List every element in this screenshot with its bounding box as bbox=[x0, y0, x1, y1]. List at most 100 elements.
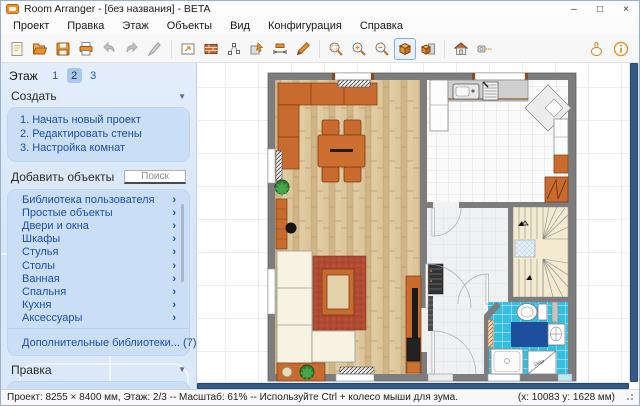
create-section-header[interactable]: Создать ▼ bbox=[1, 86, 196, 105]
kitchen-tall-cabinet[interactable] bbox=[430, 80, 448, 131]
toolbar bbox=[1, 35, 639, 63]
horizontal-scrollbar[interactable] bbox=[197, 382, 629, 389]
more-libraries-row[interactable]: Дополнительные библиотеки... (7) bbox=[8, 328, 189, 353]
select-objects-button[interactable] bbox=[246, 38, 268, 60]
library-item-accessories[interactable]: Аксессуары› bbox=[8, 312, 189, 325]
menu-view[interactable]: Вид bbox=[221, 19, 259, 33]
floor-tab-1[interactable]: 1 bbox=[48, 68, 63, 83]
chevron-right-icon: › bbox=[172, 274, 176, 284]
library-item-tables[interactable]: Столы› bbox=[8, 259, 189, 272]
library-item-simple-objects[interactable]: Простые объекты› bbox=[8, 206, 189, 219]
add-objects-header: Добавить объекты Поиск bbox=[1, 166, 196, 187]
toilet[interactable] bbox=[517, 304, 547, 321]
info-button[interactable] bbox=[610, 38, 632, 60]
menu-floor[interactable]: Этаж bbox=[113, 19, 157, 33]
floor-plan[interactable]: Désir bbox=[197, 63, 629, 382]
library-item-bedroom[interactable]: Спальня› bbox=[8, 285, 189, 298]
dimensions-button[interactable] bbox=[269, 38, 291, 60]
save-button[interactable] bbox=[52, 38, 74, 60]
vertical-scrollbar[interactable] bbox=[629, 63, 639, 382]
create-step-new-project[interactable]: 1. Начать новый проект bbox=[20, 113, 179, 127]
minimize-button[interactable]: – bbox=[561, 1, 587, 17]
library-item-doors-windows[interactable]: Двери и окна› bbox=[8, 219, 189, 232]
walls-3d-button[interactable] bbox=[450, 38, 472, 60]
floor-tab-2[interactable]: 2 bbox=[67, 68, 82, 83]
printer-icon bbox=[78, 41, 94, 57]
draw-button[interactable] bbox=[292, 38, 314, 60]
create-step-room-setup[interactable]: 3. Настройка комнат bbox=[20, 141, 179, 155]
open-button[interactable] bbox=[29, 38, 51, 60]
edit-points-button[interactable] bbox=[223, 38, 245, 60]
menu-edit[interactable]: Правка bbox=[58, 19, 113, 33]
kitchen-wall-cabinets[interactable] bbox=[554, 119, 568, 173]
new-project-button[interactable] bbox=[6, 38, 28, 60]
pointer-mode-button[interactable] bbox=[585, 38, 607, 60]
horizontal-scrollbar-thumb[interactable] bbox=[197, 383, 629, 389]
library-scrollbar[interactable] bbox=[181, 204, 184, 282]
collapse-arrow-icon[interactable]: ▼ bbox=[178, 365, 186, 374]
shower-tray[interactable]: Désir bbox=[528, 351, 556, 374]
view-3d-window-button[interactable] bbox=[417, 38, 439, 60]
create-step-edit-walls[interactable]: 2. Редактировать стены bbox=[20, 127, 179, 141]
floor-lamp[interactable] bbox=[286, 223, 297, 234]
wall-tool-button[interactable] bbox=[200, 38, 222, 60]
sidebar: Этаж 1 2 3 Создать ▼ 1. Начать новый про… bbox=[1, 63, 197, 389]
collapse-arrow-icon[interactable]: ▼ bbox=[178, 92, 186, 101]
cube-window-icon bbox=[420, 41, 436, 57]
menu-help[interactable]: Справка bbox=[351, 19, 412, 33]
new-document-icon bbox=[9, 41, 25, 57]
floor-selector: Этаж 1 2 3 bbox=[1, 63, 196, 86]
library-item-cabinets[interactable]: Шкафы› bbox=[8, 233, 189, 246]
view-3d-button[interactable] bbox=[394, 38, 416, 60]
tv-stand[interactable] bbox=[406, 276, 421, 373]
search-input[interactable]: Поиск bbox=[124, 170, 186, 184]
resize-grip[interactable] bbox=[625, 394, 633, 402]
menu-project[interactable]: Проект bbox=[4, 19, 58, 33]
radiator[interactable] bbox=[340, 367, 374, 374]
radiator[interactable] bbox=[338, 80, 370, 87]
app-icon bbox=[6, 4, 19, 14]
status-coordinates: (x: 10083 y: 1628 мм) bbox=[518, 392, 625, 403]
library-item-kitchen[interactable]: Кухня› bbox=[8, 299, 189, 312]
chevron-right-icon: › bbox=[172, 287, 176, 297]
zoom-in-button[interactable] bbox=[348, 38, 370, 60]
stove[interactable] bbox=[483, 82, 498, 100]
close-button[interactable]: × bbox=[613, 1, 639, 17]
measure-button[interactable] bbox=[473, 38, 495, 60]
status-project-info: Проект: 8255 × 8400 мм, Этаж: 2/3 -- Мас… bbox=[7, 392, 458, 403]
wardrobe[interactable] bbox=[545, 177, 568, 202]
library-item-user[interactable]: Библиотека пользователя› bbox=[8, 193, 189, 206]
kitchen-sink[interactable] bbox=[453, 84, 479, 99]
floor-tab-3[interactable]: 3 bbox=[86, 68, 101, 83]
style-brush-button[interactable] bbox=[144, 38, 166, 60]
side-table[interactable] bbox=[277, 363, 325, 381]
menu-configuration[interactable]: Конфигурация bbox=[259, 19, 351, 33]
bath-mat[interactable] bbox=[511, 322, 548, 347]
print-button[interactable] bbox=[75, 38, 97, 60]
zoom-region-button[interactable] bbox=[325, 38, 347, 60]
washbasin[interactable] bbox=[548, 324, 565, 345]
radiator[interactable] bbox=[276, 151, 282, 181]
redo-button[interactable] bbox=[121, 38, 143, 60]
menu-objects[interactable]: Объекты bbox=[158, 19, 221, 33]
plant[interactable] bbox=[274, 180, 290, 197]
shower[interactable] bbox=[491, 349, 523, 374]
coffee-table[interactable] bbox=[322, 269, 354, 315]
shower-screen[interactable] bbox=[552, 302, 558, 322]
library-item-bathroom[interactable]: Ванная › bbox=[8, 272, 189, 285]
zoom-out-button[interactable] bbox=[371, 38, 393, 60]
edit-walls-button[interactable] bbox=[177, 38, 199, 60]
vertical-scrollbar-thumb[interactable] bbox=[630, 63, 638, 382]
undo-button[interactable] bbox=[98, 38, 120, 60]
toolbar-separator bbox=[444, 40, 445, 58]
bookcase[interactable] bbox=[276, 199, 287, 249]
maximize-button[interactable]: □ bbox=[587, 1, 613, 17]
edit-section-header[interactable]: Правка ▼ bbox=[1, 360, 196, 379]
bathroom-radiator[interactable] bbox=[488, 320, 493, 347]
library-item-label: Ванная bbox=[22, 273, 60, 285]
floor-plan-canvas[interactable]: Désir bbox=[197, 63, 629, 382]
pencil-icon bbox=[295, 41, 311, 57]
create-section-title: Создать bbox=[11, 89, 57, 103]
canvas-area: Désir bbox=[197, 63, 639, 389]
library-item-chairs[interactable]: Стулья› bbox=[8, 246, 189, 259]
